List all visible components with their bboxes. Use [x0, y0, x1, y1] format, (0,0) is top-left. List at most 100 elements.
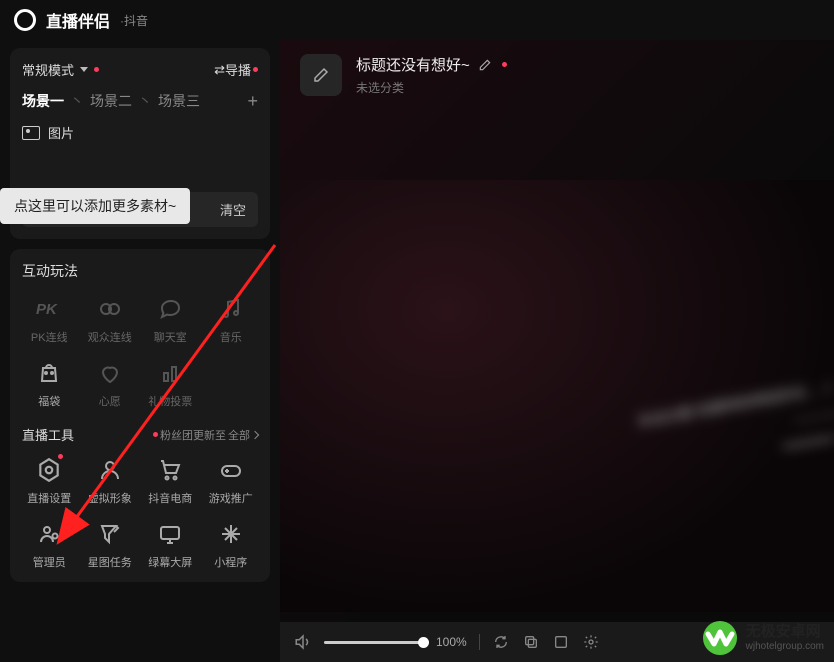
watermark-logo-icon	[700, 620, 740, 656]
cart-icon	[156, 456, 184, 484]
tool-live-settings[interactable]: 直播设置	[22, 456, 77, 506]
copy-icon	[523, 634, 539, 650]
image-label: 图片	[48, 123, 74, 142]
scene-tab-1[interactable]: 场景一	[22, 89, 64, 113]
edit-icon	[478, 58, 492, 72]
notification-dot-icon	[253, 67, 258, 72]
image-source-item[interactable]: 图片	[22, 123, 258, 142]
copy-button[interactable]	[522, 633, 540, 651]
wish-icon	[96, 359, 124, 387]
tool-label: 小程序	[214, 554, 247, 570]
scene-tab-3[interactable]: 场景三	[158, 89, 200, 113]
scene-tab-2[interactable]: 场景二	[90, 89, 132, 113]
volume-fill	[324, 641, 424, 644]
chevron-right-icon	[251, 430, 259, 438]
tool-music[interactable]: 音乐	[204, 295, 259, 345]
tool-wish[interactable]: 心愿	[83, 359, 138, 409]
tool-bag[interactable]: 福袋	[22, 359, 77, 409]
caret-down-icon	[80, 67, 88, 72]
window-icon	[553, 634, 569, 650]
bag-icon	[35, 359, 63, 387]
notification-dot-icon	[153, 432, 158, 437]
admin-icon	[35, 520, 63, 548]
add-scene-button[interactable]: +	[247, 91, 258, 112]
watermark-cn: 无极安卓网	[746, 624, 824, 641]
sparkle-icon	[217, 520, 245, 548]
avatar-icon	[96, 456, 124, 484]
scene-tabs: 场景一 丶 场景二 丶 场景三 +	[22, 89, 258, 113]
tool-label: 音乐	[220, 329, 242, 345]
refresh-button[interactable]	[492, 633, 510, 651]
tool-green-screen[interactable]: 绿幕大屏	[143, 520, 198, 570]
tool-label: 星图任务	[88, 554, 132, 570]
tooltip-bubble: 点这里可以添加更多素材~	[0, 188, 190, 224]
edit-title-button[interactable]	[300, 54, 342, 96]
tool-label: 福袋	[38, 393, 60, 409]
tool-game-promo[interactable]: 游戏推广	[204, 456, 259, 506]
tool-label: 礼物投票	[148, 393, 192, 409]
tools-update-link[interactable]: 粉丝团更新至 全部	[151, 427, 258, 443]
swap-icon: ⇄	[214, 62, 225, 78]
tool-vote[interactable]: 礼物投票	[143, 359, 198, 409]
app-header: 直播伴侣 ·抖音	[0, 0, 834, 40]
mode-dropdown[interactable]: 常规模式	[22, 60, 99, 79]
tool-admin[interactable]: 管理员	[22, 520, 77, 570]
sidebar: 常规模式 ⇄ 导播 场景一 丶 场景二 丶 场景三 +	[0, 40, 280, 662]
tool-ecommerce[interactable]: 抖音电商	[143, 456, 198, 506]
refresh-icon	[493, 634, 509, 650]
guide-label: 导播	[225, 60, 251, 79]
music-icon	[217, 295, 245, 323]
preview-pane[interactable]: 未设主题 标题特别特别的长… ☾ ○ ○ ○ ○ ━━━━━━ ○	[280, 180, 834, 612]
volume-percent: 100%	[436, 635, 467, 649]
guide-button[interactable]: ⇄ 导播	[214, 60, 258, 79]
tool-label: 观众连线	[88, 329, 132, 345]
pk-icon: PK	[35, 295, 63, 323]
interactive-panel: 互动玩法 PK PK连线 观众连线 聊天室 音乐	[10, 249, 270, 582]
watermark: 无极安卓网 wjhotelgroup.com	[700, 620, 824, 656]
gear-icon	[583, 634, 599, 650]
content-area: 标题还没有想好~ 未选分类 未设主题 标题特别特别的长… ☾ ○ ○ ○ ○ ━…	[280, 40, 834, 662]
tool-star-task[interactable]: 星图任务	[83, 520, 138, 570]
interactive-title: 互动玩法	[22, 261, 258, 281]
window-button[interactable]	[552, 633, 570, 651]
tool-label: PK连线	[31, 329, 68, 345]
tool-label: 心愿	[99, 393, 121, 409]
tool-label: 抖音电商	[148, 490, 192, 506]
task-icon	[96, 520, 124, 548]
separator: 丶	[70, 91, 84, 111]
tool-label: 虚拟形象	[88, 490, 132, 506]
tool-label: 管理员	[33, 554, 66, 570]
speaker-icon	[294, 633, 312, 651]
svg-text:PK: PK	[36, 301, 58, 318]
update-link: 全部	[228, 427, 250, 443]
volume-slider[interactable]	[324, 641, 424, 644]
settings-hex-icon	[35, 456, 63, 484]
gamepad-icon	[217, 456, 245, 484]
notification-dot-icon	[94, 67, 99, 72]
volume-knob	[418, 637, 429, 648]
stream-title-row: 标题还没有想好~ 未选分类	[280, 40, 834, 110]
link-icon	[96, 295, 124, 323]
volume-button[interactable]	[294, 633, 312, 651]
notification-dot-icon	[58, 454, 63, 459]
category-label[interactable]: 未选分类	[356, 79, 507, 96]
app-name: 直播伴侣	[46, 8, 110, 32]
tool-label: 聊天室	[154, 329, 187, 345]
tools-title: 直播工具	[22, 425, 74, 444]
tool-audience-link[interactable]: 观众连线	[83, 295, 138, 345]
image-icon	[22, 126, 40, 140]
tool-miniprogram[interactable]: 小程序	[204, 520, 259, 570]
tool-label: 直播设置	[27, 490, 71, 506]
tool-pk[interactable]: PK PK连线	[22, 295, 77, 345]
tool-chatroom[interactable]: 聊天室	[143, 295, 198, 345]
blurred-preview-content: 未设主题 标题特别特别的长… ☾ ○ ○ ○ ○ ━━━━━━ ○	[440, 369, 834, 612]
stream-title[interactable]: 标题还没有想好~	[356, 54, 507, 75]
clear-button[interactable]: 清空	[220, 200, 246, 219]
app-subname: ·抖音	[120, 12, 148, 29]
notification-dot-icon	[502, 62, 507, 67]
tool-avatar[interactable]: 虚拟形象	[83, 456, 138, 506]
mode-label: 常规模式	[22, 60, 74, 79]
gear-button[interactable]	[582, 633, 600, 651]
app-logo-icon	[14, 9, 36, 31]
chat-icon	[156, 295, 184, 323]
